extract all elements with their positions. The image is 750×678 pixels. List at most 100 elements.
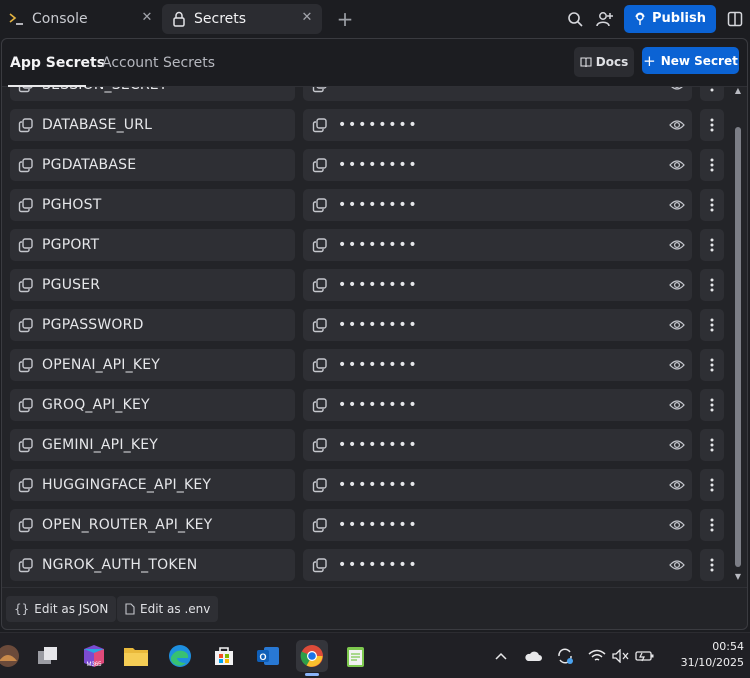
wifi-icon[interactable] bbox=[586, 645, 608, 667]
notepad-icon[interactable] bbox=[340, 640, 372, 672]
eye-icon[interactable] bbox=[668, 396, 686, 414]
copy-icon[interactable] bbox=[16, 435, 36, 455]
secret-key-field[interactable]: PGDATABASE bbox=[10, 149, 295, 181]
outlook-icon[interactable]: O bbox=[252, 640, 284, 672]
scroll-up-icon[interactable]: ▲ bbox=[734, 87, 742, 95]
more-options-button[interactable] bbox=[700, 309, 724, 341]
eye-icon[interactable] bbox=[668, 316, 686, 334]
secret-value-field[interactable]: •••••••• bbox=[303, 549, 692, 581]
chrome-icon[interactable] bbox=[296, 640, 328, 676]
eye-icon[interactable] bbox=[668, 116, 686, 134]
sync-icon[interactable] bbox=[554, 645, 576, 667]
more-options-button[interactable] bbox=[700, 189, 724, 221]
copy-icon[interactable] bbox=[16, 555, 36, 575]
volume-muted-icon[interactable] bbox=[610, 645, 632, 667]
secret-key-field[interactable]: PGPASSWORD bbox=[10, 309, 295, 341]
secret-key-field[interactable]: GEMINI_API_KEY bbox=[10, 429, 295, 461]
system-clock[interactable]: 00:54 31/10/2025 bbox=[664, 639, 744, 671]
more-options-button[interactable] bbox=[700, 509, 724, 541]
scrollbar-thumb[interactable] bbox=[735, 127, 741, 567]
secret-key-field[interactable]: OPENAI_API_KEY bbox=[10, 349, 295, 381]
eye-icon[interactable] bbox=[668, 356, 686, 374]
secret-value-field[interactable]: •••••••• bbox=[303, 429, 692, 461]
scroll-down-icon[interactable]: ▼ bbox=[734, 573, 742, 581]
copy-icon[interactable] bbox=[16, 315, 36, 335]
copy-icon[interactable] bbox=[310, 395, 330, 415]
secret-key-field[interactable]: OPEN_ROUTER_API_KEY bbox=[10, 509, 295, 541]
edit-as-env-button[interactable]: Edit as .env bbox=[117, 596, 219, 622]
secret-value-field[interactable]: •••••••• bbox=[303, 149, 692, 181]
new-secret-button[interactable]: + New Secret bbox=[642, 47, 739, 74]
tab-console[interactable]: Console ✕ bbox=[0, 4, 162, 34]
secret-value-field[interactable]: •••••••• bbox=[303, 189, 692, 221]
search-icon[interactable] bbox=[560, 4, 590, 34]
more-options-button[interactable] bbox=[700, 149, 724, 181]
eye-icon[interactable] bbox=[668, 436, 686, 454]
copy-icon[interactable] bbox=[310, 235, 330, 255]
copy-icon[interactable] bbox=[16, 275, 36, 295]
add-user-icon[interactable] bbox=[590, 4, 620, 34]
onedrive-icon[interactable] bbox=[522, 645, 544, 667]
copy-icon[interactable] bbox=[16, 475, 36, 495]
secret-value-field[interactable]: •••••••• bbox=[303, 87, 692, 101]
secret-key-field[interactable]: PGUSER bbox=[10, 269, 295, 301]
copy-icon[interactable] bbox=[16, 155, 36, 175]
eye-icon[interactable] bbox=[668, 87, 686, 94]
secret-value-field[interactable]: •••••••• bbox=[303, 109, 692, 141]
chevron-up-icon[interactable] bbox=[490, 645, 512, 667]
secret-key-field[interactable]: GROQ_API_KEY bbox=[10, 389, 295, 421]
secret-key-field[interactable]: HUGGINGFACE_API_KEY bbox=[10, 469, 295, 501]
close-icon[interactable]: ✕ bbox=[140, 10, 154, 25]
secret-key-field[interactable]: PGHOST bbox=[10, 189, 295, 221]
eye-icon[interactable] bbox=[668, 276, 686, 294]
eye-icon[interactable] bbox=[668, 476, 686, 494]
secret-value-field[interactable]: •••••••• bbox=[303, 509, 692, 541]
file-explorer-icon[interactable] bbox=[120, 640, 152, 672]
copy-icon[interactable] bbox=[310, 515, 330, 535]
eye-icon[interactable] bbox=[668, 196, 686, 214]
copy-icon[interactable] bbox=[310, 195, 330, 215]
scrollbar[interactable]: ▲ ▼ bbox=[732, 87, 744, 583]
copy-icon[interactable] bbox=[310, 275, 330, 295]
widgets-icon[interactable] bbox=[0, 640, 24, 672]
eye-icon[interactable] bbox=[668, 236, 686, 254]
copy-icon[interactable] bbox=[310, 435, 330, 455]
secret-value-field[interactable]: •••••••• bbox=[303, 349, 692, 381]
secret-value-field[interactable]: •••••••• bbox=[303, 309, 692, 341]
close-icon[interactable]: ✕ bbox=[300, 10, 314, 25]
eye-icon[interactable] bbox=[668, 516, 686, 534]
edge-icon[interactable] bbox=[164, 640, 196, 672]
copy-icon[interactable] bbox=[16, 395, 36, 415]
more-options-button[interactable] bbox=[700, 229, 724, 261]
copy-icon[interactable] bbox=[310, 87, 330, 95]
copy-icon[interactable] bbox=[16, 515, 36, 535]
copy-icon[interactable] bbox=[16, 195, 36, 215]
sidebar-toggle-icon[interactable] bbox=[720, 4, 750, 34]
more-options-button[interactable] bbox=[700, 109, 724, 141]
copy-icon[interactable] bbox=[310, 555, 330, 575]
copy-icon[interactable] bbox=[16, 115, 36, 135]
copy-icon[interactable] bbox=[16, 235, 36, 255]
more-options-button[interactable] bbox=[700, 269, 724, 301]
copy-icon[interactable] bbox=[310, 355, 330, 375]
secret-value-field[interactable]: •••••••• bbox=[303, 389, 692, 421]
copy-icon[interactable] bbox=[310, 155, 330, 175]
copy-icon[interactable] bbox=[310, 475, 330, 495]
secret-value-field[interactable]: •••••••• bbox=[303, 469, 692, 501]
battery-icon[interactable] bbox=[634, 645, 656, 667]
more-options-button[interactable] bbox=[700, 87, 724, 101]
task-view-icon[interactable] bbox=[32, 640, 64, 672]
publish-button[interactable]: Publish bbox=[624, 4, 716, 33]
secret-key-field[interactable]: SESSION_SECRET bbox=[10, 87, 295, 101]
copy-icon[interactable] bbox=[16, 355, 36, 375]
edit-as-json-button[interactable]: {} Edit as JSON bbox=[6, 596, 117, 622]
copy-icon[interactable] bbox=[16, 87, 36, 95]
more-options-button[interactable] bbox=[700, 429, 724, 461]
secret-value-field[interactable]: •••••••• bbox=[303, 229, 692, 261]
secret-value-field[interactable]: •••••••• bbox=[303, 269, 692, 301]
copy-icon[interactable] bbox=[310, 115, 330, 135]
more-options-button[interactable] bbox=[700, 389, 724, 421]
store-icon[interactable] bbox=[208, 640, 240, 672]
eye-icon[interactable] bbox=[668, 556, 686, 574]
more-options-button[interactable] bbox=[700, 469, 724, 501]
